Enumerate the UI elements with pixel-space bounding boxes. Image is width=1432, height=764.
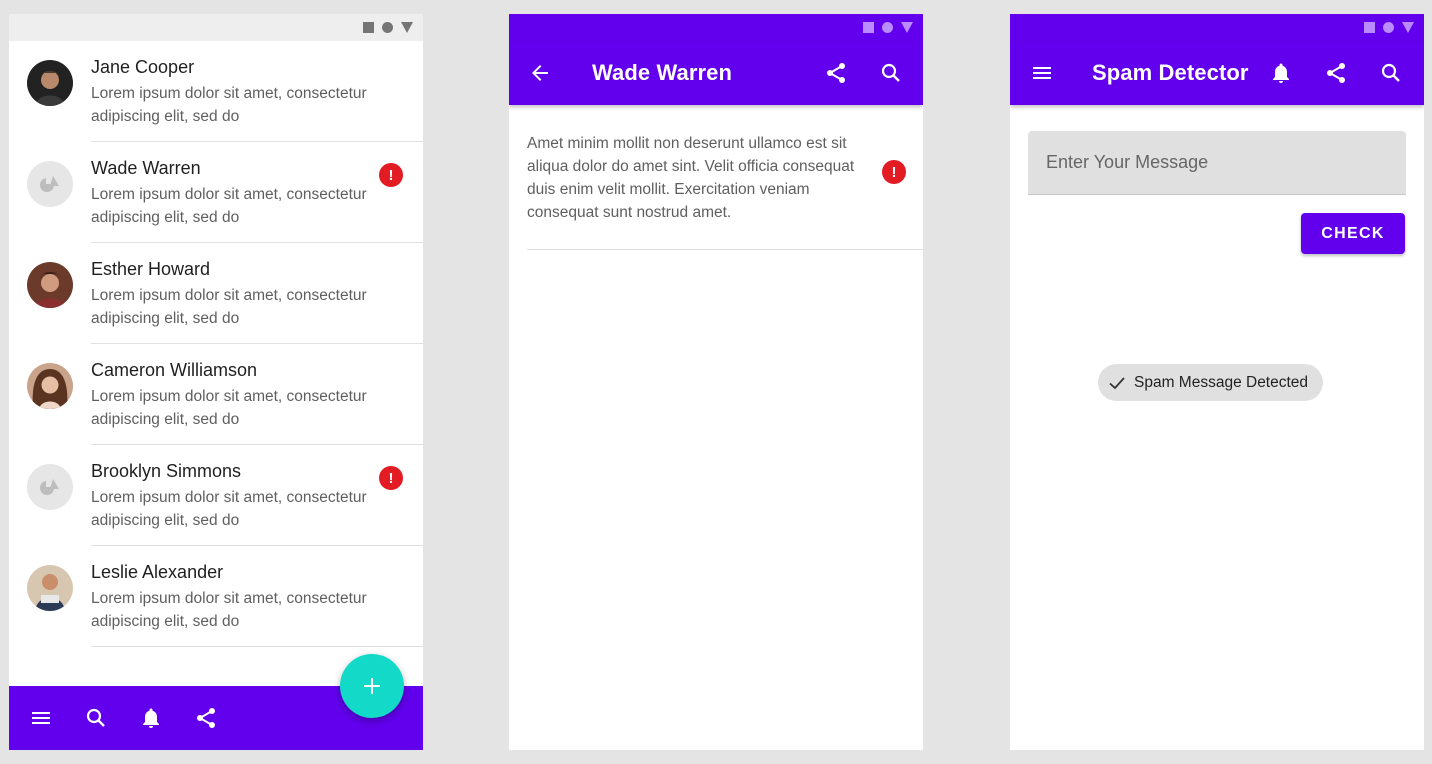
divider	[91, 646, 423, 647]
status-square-icon	[363, 22, 374, 33]
message-detail-screen: Wade Warren Amet minim mollit non deseru…	[509, 14, 923, 750]
contact-name: Wade Warren	[91, 158, 201, 178]
status-bar	[9, 14, 423, 41]
result-chip: Spam Message Detected	[1098, 364, 1324, 401]
message-list: Jane Cooper Lorem ipsum dolor sit amet, …	[9, 41, 423, 647]
top-app-bar: Spam Detector	[1010, 41, 1424, 105]
check-button[interactable]: CHECK	[1301, 213, 1405, 254]
status-bar	[1010, 14, 1424, 41]
status-triangle-icon	[1402, 22, 1414, 33]
avatar-placeholder-icon	[27, 161, 73, 207]
message-body: Amet minim mollit non deserunt ullamco e…	[527, 135, 855, 221]
status-circle-icon	[1383, 22, 1394, 33]
status-circle-icon	[882, 22, 893, 33]
status-circle-icon	[382, 22, 393, 33]
alert-icon: !	[379, 466, 403, 490]
check-icon	[1109, 376, 1125, 389]
status-square-icon	[1364, 22, 1375, 33]
search-icon[interactable]	[879, 61, 903, 85]
message-preview: Lorem ipsum dolor sit amet, consectetur …	[91, 287, 367, 327]
share-icon[interactable]	[1324, 61, 1348, 85]
plus-icon	[364, 678, 380, 694]
message-preview: Lorem ipsum dolor sit amet, consectetur …	[91, 186, 367, 226]
back-arrow-icon[interactable]	[528, 61, 552, 85]
top-app-bar: Wade Warren	[509, 41, 923, 105]
list-item[interactable]: Esther Howard Lorem ipsum dolor sit amet…	[9, 243, 423, 344]
result-chip-label: Spam Message Detected	[1134, 373, 1309, 391]
message-input[interactable]	[1028, 131, 1406, 195]
status-square-icon	[863, 22, 874, 33]
share-icon[interactable]	[824, 61, 848, 85]
page-title: Spam Detector	[1092, 60, 1249, 85]
menu-icon[interactable]	[1030, 61, 1054, 85]
contact-name: Esther Howard	[91, 259, 211, 279]
contact-name: Cameron Williamson	[91, 360, 258, 380]
message-preview: Lorem ipsum dolor sit amet, consectetur …	[91, 489, 367, 529]
alert-icon: !	[882, 160, 906, 184]
avatar	[27, 565, 73, 611]
status-bar	[509, 14, 923, 41]
bell-icon[interactable]	[139, 706, 163, 730]
list-item[interactable]: Jane Cooper Lorem ipsum dolor sit amet, …	[9, 41, 423, 142]
message-preview: Lorem ipsum dolor sit amet, consectetur …	[91, 388, 367, 428]
message-preview: Lorem ipsum dolor sit amet, consectetur …	[91, 590, 367, 630]
search-icon[interactable]	[84, 706, 108, 730]
page-title: Wade Warren	[592, 60, 733, 85]
contact-list-screen: Jane Cooper Lorem ipsum dolor sit amet, …	[9, 14, 423, 750]
avatar-placeholder-icon	[27, 464, 73, 510]
list-item[interactable]: Brooklyn Simmons Lorem ipsum dolor sit a…	[9, 445, 423, 546]
spam-detector-screen: Spam Detector CHECK Spam Message Detecte…	[1010, 14, 1424, 750]
contact-name: Brooklyn Simmons	[91, 461, 242, 481]
divider	[527, 249, 923, 250]
message-preview: Lorem ipsum dolor sit amet, consectetur …	[91, 85, 367, 125]
status-triangle-icon	[901, 22, 913, 33]
status-triangle-icon	[401, 22, 413, 33]
contact-name: Jane Cooper	[91, 57, 195, 77]
contact-name: Leslie Alexander	[91, 562, 224, 582]
bell-icon[interactable]	[1269, 61, 1293, 85]
search-icon[interactable]	[1379, 61, 1403, 85]
avatar	[27, 60, 73, 106]
menu-icon[interactable]	[29, 706, 53, 730]
list-item[interactable]: Cameron Williamson Lorem ipsum dolor sit…	[9, 344, 423, 445]
share-icon[interactable]	[194, 706, 218, 730]
avatar	[27, 363, 73, 409]
list-item[interactable]: Wade Warren Lorem ipsum dolor sit amet, …	[9, 142, 423, 243]
alert-icon: !	[379, 163, 403, 187]
avatar	[27, 262, 73, 308]
add-fab-button[interactable]	[340, 654, 404, 718]
list-item[interactable]: Leslie Alexander Lorem ipsum dolor sit a…	[9, 546, 423, 647]
